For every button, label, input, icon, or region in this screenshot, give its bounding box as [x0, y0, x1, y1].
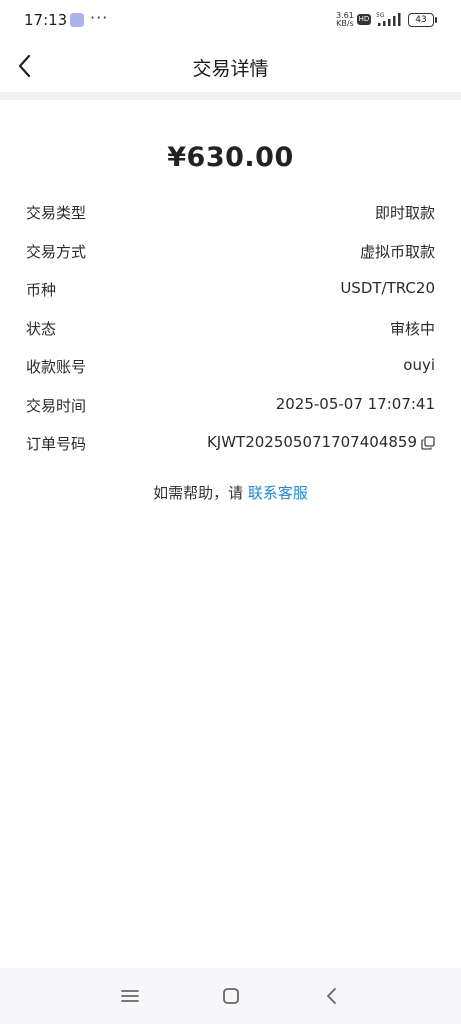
header-divider: [0, 92, 461, 100]
detail-label: 币种: [26, 281, 57, 299]
detail-row-method: 交易方式 虚拟币取款: [26, 232, 435, 271]
header: 交易详情: [0, 40, 461, 92]
detail-value: ouyi: [403, 356, 435, 374]
system-navigation-bar: [0, 968, 461, 1024]
help-prompt: 如需帮助，请: [153, 484, 244, 502]
network-speed: 3.61 KB/s: [336, 12, 354, 28]
detail-row-type: 交易类型 即时取款: [26, 193, 435, 232]
help-text: 如需帮助，请 联系客服: [0, 482, 461, 503]
detail-value: USDT/TRC20: [340, 279, 435, 297]
network-type-label: 5G: [376, 12, 385, 19]
status-bar: 17:13 ··· 3.61 KB/s HD 5G 43: [0, 0, 461, 40]
detail-row-currency: 币种 USDT/TRC20: [26, 270, 435, 309]
detail-row-account: 收款账号 ouyi: [26, 347, 435, 386]
contact-support-link[interactable]: 联系客服: [248, 484, 308, 502]
detail-row-status: 状态 审核中: [26, 309, 435, 348]
back-triangle-icon[interactable]: [320, 984, 344, 1008]
status-time: 17:13: [24, 11, 68, 29]
signal-icon: 5G: [376, 12, 401, 26]
home-square-icon[interactable]: [219, 984, 243, 1008]
order-number-value: KJWT202505071707404859: [206, 433, 417, 451]
battery-icon: 43: [408, 13, 437, 27]
hd-icon: HD: [357, 14, 371, 25]
detail-label: 交易类型: [26, 204, 87, 222]
detail-row-time: 交易时间 2025-05-07 17:07:41: [26, 386, 435, 425]
menu-icon[interactable]: [118, 984, 142, 1008]
transaction-amount: ¥630.00: [167, 142, 294, 173]
detail-value: 即时取款: [374, 204, 435, 222]
more-notifications-icon: ···: [90, 8, 109, 27]
detail-row-order-number: 订单号码 KJWT202505071707404859: [26, 424, 435, 463]
page-title: 交易详情: [192, 58, 269, 80]
detail-label: 状态: [26, 319, 57, 338]
detail-value: 虚拟币取款: [359, 242, 435, 261]
detail-label: 订单号码: [26, 435, 87, 453]
detail-value: 2025-05-07 17:07:41: [275, 394, 435, 413]
detail-label: 交易时间: [26, 396, 87, 415]
app-notification-icon: [70, 13, 84, 27]
detail-label: 收款账号: [26, 358, 87, 376]
detail-label: 交易方式: [26, 242, 87, 261]
transaction-details: 交易类型 即时取款 交易方式 虚拟币取款 币种 USDT/TRC20 状态 审核…: [26, 193, 435, 463]
copy-icon[interactable]: [421, 436, 435, 450]
network-speed-unit: KB/s: [336, 19, 354, 28]
status-value: 审核中: [389, 319, 435, 338]
transaction-detail-screen: 17:13 ··· 3.61 KB/s HD 5G 43 交易详情 ¥630.0…: [0, 0, 461, 1024]
